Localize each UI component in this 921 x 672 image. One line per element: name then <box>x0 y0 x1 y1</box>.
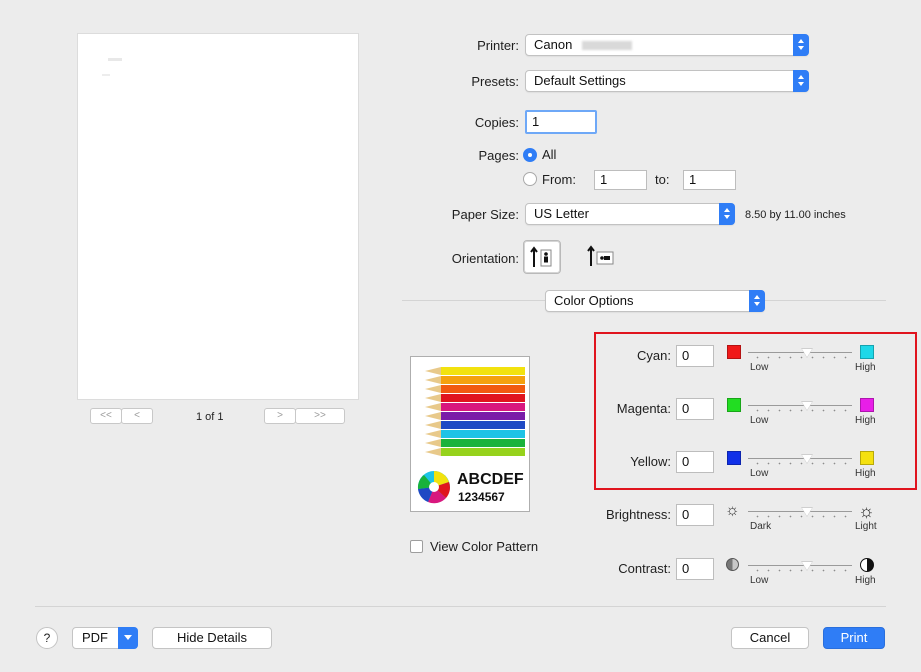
chevron-down-icon <box>118 627 138 649</box>
sample-text-letters: ABCDEF <box>457 471 524 488</box>
yellow-slider-track[interactable] <box>748 458 852 459</box>
magenta-slider-track[interactable] <box>748 405 852 406</box>
chevron-updown-icon <box>719 203 735 225</box>
brightness-slider-track[interactable] <box>748 511 852 512</box>
color-wheel-icon <box>417 471 450 504</box>
view-color-pattern-checkbox[interactable] <box>410 540 423 553</box>
red-swatch-icon <box>727 345 741 359</box>
magenta-swatch-icon <box>860 398 874 412</box>
section-popup[interactable]: Color Options <box>545 290 765 312</box>
contrast-high-icon <box>860 558 874 572</box>
previous-page-button[interactable]: < <box>121 408 153 424</box>
color-sample-image: ABCDEF 1234567 <box>410 356 530 512</box>
first-page-button[interactable]: << <box>90 408 122 424</box>
brightness-slider-thumb[interactable] <box>801 507 813 517</box>
pages-from-label: From: <box>542 172 576 187</box>
magenta-label: Magenta: <box>616 401 671 416</box>
copies-input[interactable]: 1 <box>525 110 597 134</box>
pdf-menu-button[interactable]: PDF <box>72 627 138 649</box>
contrast-input[interactable]: 0 <box>676 558 714 580</box>
blue-swatch-icon <box>727 451 741 465</box>
contrast-slider-track[interactable] <box>748 565 852 566</box>
cyan-label: Cyan: <box>637 348 671 363</box>
cyan-slider-track[interactable] <box>748 352 852 353</box>
chevron-updown-icon <box>793 34 809 56</box>
section-value: Color Options <box>554 293 634 308</box>
contrast-high-label: High <box>855 575 876 586</box>
contrast-low-icon <box>726 558 739 571</box>
magenta-high-label: High <box>855 415 876 426</box>
chevron-updown-icon <box>749 290 765 312</box>
pages-all-label: All <box>542 147 557 162</box>
green-swatch-icon <box>727 398 741 412</box>
colored-pencils-icon <box>425 367 525 456</box>
printer-label: Printer: <box>477 38 519 53</box>
printer-value: Canon <box>534 37 573 52</box>
chevron-updown-icon <box>793 70 809 92</box>
pages-all-radio[interactable] <box>523 148 537 162</box>
portrait-person-icon <box>530 246 552 267</box>
page-preview <box>78 34 358 399</box>
yellow-swatch-icon <box>860 451 874 465</box>
contrast-slider-thumb[interactable] <box>801 561 813 571</box>
paper-size-popup[interactable]: US Letter <box>525 203 735 225</box>
preview-text-mark <box>102 74 110 76</box>
landscape-person-icon <box>587 245 614 266</box>
paper-dimensions: 8.50 by 11.00 inches <box>745 209 846 221</box>
brightness-label: Brightness: <box>605 507 671 522</box>
magenta-low-label: Low <box>750 415 769 426</box>
magenta-input[interactable]: 0 <box>676 398 714 420</box>
pages-to-input[interactable]: 1 <box>683 170 736 190</box>
pages-to-label: to: <box>655 172 670 187</box>
cancel-button[interactable]: Cancel <box>731 627 809 649</box>
view-color-pattern-label: View Color Pattern <box>430 539 539 554</box>
orientation-portrait-button[interactable] <box>523 240 561 274</box>
yellow-input[interactable]: 0 <box>676 451 714 473</box>
pages-label: Pages: <box>478 148 519 163</box>
print-button[interactable]: Print <box>823 627 885 649</box>
question-mark-icon: ? <box>43 631 51 645</box>
brightness-high-label: Light <box>855 521 877 532</box>
magenta-slider-thumb[interactable] <box>801 401 813 411</box>
paper-size-label: Paper Size: <box>451 207 519 222</box>
presets-popup[interactable]: Default Settings <box>525 70 809 92</box>
contrast-low-label: Low <box>750 575 769 586</box>
presets-value: Default Settings <box>534 73 626 88</box>
cyan-slider-thumb[interactable] <box>801 348 813 358</box>
cyan-high-label: High <box>855 362 876 373</box>
yellow-label: Yellow: <box>630 454 671 469</box>
printer-name-redacted <box>582 41 632 50</box>
yellow-low-label: Low <box>750 468 769 479</box>
orientation-landscape-button[interactable] <box>582 240 620 274</box>
cyan-input[interactable]: 0 <box>676 345 714 367</box>
contrast-label: Contrast: <box>618 561 671 576</box>
yellow-high-label: High <box>855 468 876 479</box>
cyan-low-label: Low <box>750 362 769 373</box>
sun-dim-icon: ☼ <box>725 502 740 519</box>
brightness-input[interactable]: 0 <box>676 504 714 526</box>
preview-text-mark <box>108 58 122 61</box>
cyan-swatch-icon <box>860 345 874 359</box>
presets-label: Presets: <box>471 74 519 89</box>
page-counter: 1 of 1 <box>196 411 224 423</box>
help-button[interactable]: ? <box>36 627 58 649</box>
sample-text-numbers: 1234567 <box>458 490 505 504</box>
orientation-label: Orientation: <box>451 251 519 266</box>
yellow-slider-thumb[interactable] <box>801 454 813 464</box>
pages-from-input[interactable]: 1 <box>594 170 647 190</box>
last-page-button[interactable]: >> <box>295 408 345 424</box>
sun-bright-icon: ☼ <box>858 501 875 521</box>
paper-size-value: US Letter <box>534 206 589 221</box>
footer-divider <box>35 606 886 607</box>
copies-label: Copies: <box>474 115 519 130</box>
pdf-label: PDF <box>82 630 108 645</box>
brightness-low-label: Dark <box>750 521 772 532</box>
hide-details-button[interactable]: Hide Details <box>152 627 272 649</box>
printer-popup[interactable]: Canon <box>525 34 809 56</box>
pages-from-radio[interactable] <box>523 172 537 186</box>
next-page-button[interactable]: > <box>264 408 296 424</box>
